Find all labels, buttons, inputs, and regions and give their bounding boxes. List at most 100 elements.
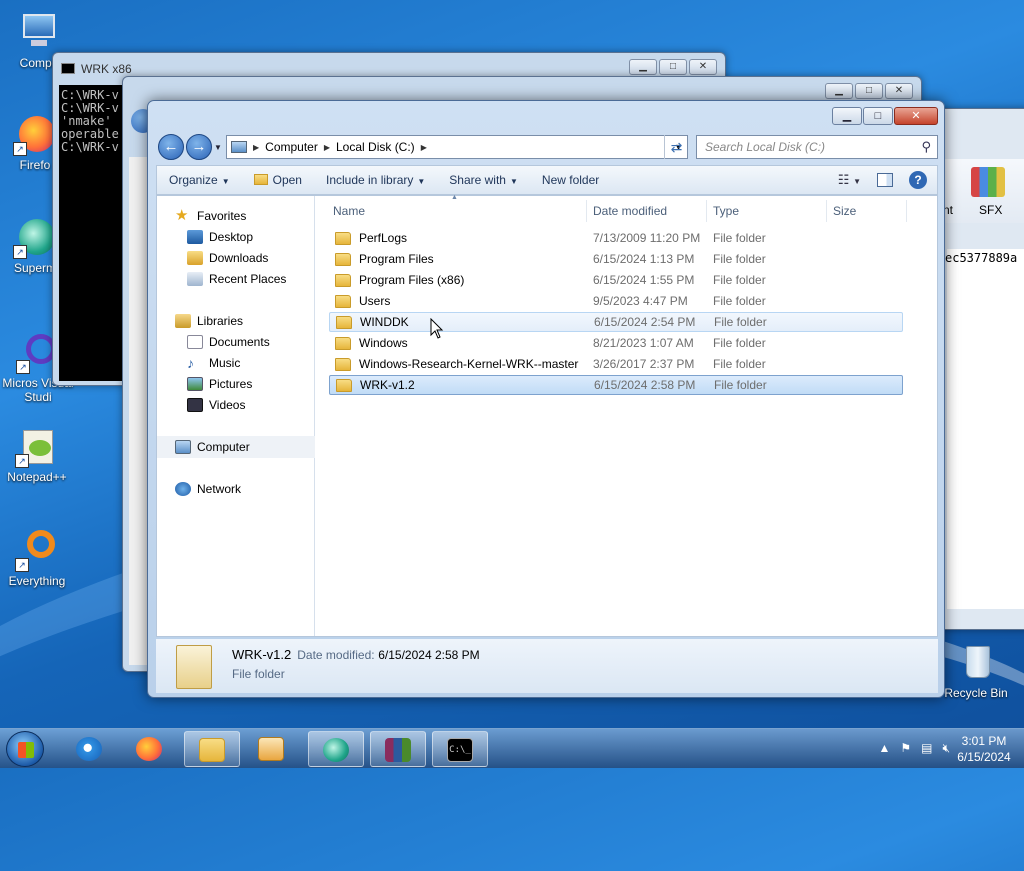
start-button[interactable] (6, 731, 44, 767)
file-date: 6/15/2024 1:13 PM (593, 252, 695, 266)
include-in-library-button[interactable]: Include in library ▼ (314, 173, 437, 187)
close-button[interactable]: ✕ (885, 83, 913, 99)
taskbar-explorer[interactable] (184, 731, 240, 767)
file-date: 9/5/2023 4:47 PM (593, 294, 688, 308)
open-button[interactable]: Open (242, 173, 314, 187)
search-input[interactable]: Search Local Disk (C:) ⚲ (696, 135, 938, 159)
minimize-button[interactable]: ▁ (832, 107, 862, 125)
open-label: Open (272, 173, 302, 187)
address-bar[interactable]: ▶ Computer ▶ Local Disk (C:) ▶ ▼ (226, 135, 688, 159)
sfx-button-label[interactable]: SFX (979, 203, 1002, 217)
details-date-label: Date modified: (297, 648, 375, 662)
file-name: WRK-v1.2 (360, 378, 415, 392)
column-header-date[interactable]: Date modified (587, 200, 707, 222)
taskbar-ie[interactable] (62, 731, 118, 767)
file-date: 8/21/2023 1:07 AM (593, 336, 694, 350)
nav-label: Recent Places (209, 272, 287, 286)
change-view-button[interactable]: ☷ ▼ (838, 172, 861, 188)
nav-desktop[interactable]: Desktop (187, 227, 253, 247)
file-type: File folder (713, 273, 766, 287)
desktop-icon-notepadpp[interactable]: ↗ Notepad++ (2, 424, 72, 484)
file-row-selected[interactable]: WRK-v1.2 6/15/2024 2:58 PM File folder (329, 375, 903, 395)
music-icon: ♪ (187, 355, 194, 371)
nav-libraries[interactable]: Libraries (175, 311, 243, 331)
nav-recent-places[interactable]: Recent Places (187, 269, 286, 289)
file-date: 6/15/2024 2:54 PM (594, 315, 696, 329)
file-type: File folder (713, 336, 766, 350)
desktop-icon (187, 230, 203, 244)
file-row[interactable]: Windows 8/21/2023 1:07 AM File folder (329, 333, 903, 353)
nav-computer[interactable]: Computer (175, 437, 250, 457)
nav-videos[interactable]: Videos (187, 395, 245, 415)
refresh-button[interactable]: ⇄ (664, 135, 688, 159)
explorer-window[interactable]: ▁ □ ✕ ← → ▼ ▶ Computer ▶ Local Disk (C:)… (147, 100, 945, 698)
file-list[interactable]: ▲ Name Date modified Type Size PerfLogs 7… (315, 194, 937, 636)
nav-favorites[interactable]: ★ Favorites (175, 206, 246, 226)
chevron-down-icon: ▼ (221, 177, 230, 186)
clock[interactable]: 3:01 PM 6/15/2024 (954, 733, 1014, 765)
share-with-button[interactable]: Share with ▼ (437, 173, 530, 187)
file-row[interactable]: Windows-Research-Kernel-WRK--master 3/26/… (329, 354, 903, 374)
videos-icon (187, 398, 203, 412)
nav-downloads[interactable]: Downloads (187, 248, 268, 268)
minimize-button[interactable]: ▁ (629, 59, 657, 75)
breadcrumb-computer[interactable]: Computer (259, 140, 324, 154)
nav-music[interactable]: ♪ Music (187, 353, 240, 373)
taskbar-supermium[interactable] (308, 731, 364, 767)
desktop-icon-recycle-bin[interactable]: Recycle Bin (940, 640, 1012, 700)
column-header-name[interactable]: Name (315, 200, 587, 222)
file-row[interactable]: Program Files (x86) 6/15/2024 1:55 PM File… (329, 270, 903, 290)
file-row[interactable]: Users 9/5/2023 4:47 PM File folder (329, 291, 903, 311)
notepadpp-icon: ↗ (15, 424, 59, 468)
media-player-icon (258, 737, 284, 761)
new-folder-label: New folder (541, 173, 600, 187)
hash-text: ec5377889a (945, 251, 1018, 265)
chevron-down-icon: ▼ (417, 177, 426, 186)
volume-muted-icon[interactable]: 🔇︎ (942, 741, 950, 756)
nav-documents[interactable]: Documents (187, 332, 270, 352)
file-type: File folder (713, 357, 766, 371)
nav-network[interactable]: Network (175, 479, 241, 499)
folder-icon (335, 231, 351, 245)
file-row-hovered[interactable]: WINDDK 6/15/2024 2:54 PM File folder (329, 312, 903, 332)
new-folder-button[interactable]: New folder (530, 173, 611, 187)
navigation-pane[interactable]: ★ Favorites Desktop Downloads Recent Plac… (157, 196, 315, 636)
file-row[interactable]: Program Files 6/15/2024 1:13 PM File folde… (329, 249, 903, 269)
taskbar: C:\_ ▲ ⚑ ▤ 🔇︎ 3:01 PM 6/15/2024 (0, 728, 1024, 768)
preview-pane-button[interactable] (877, 173, 893, 187)
search-icon[interactable]: ⚲ (921, 136, 931, 158)
network-icon (175, 482, 191, 496)
maximize-button[interactable]: □ (855, 83, 883, 99)
recent-pages-dropdown[interactable]: ▼ (214, 143, 222, 152)
desktop-icon-everything[interactable]: ↗ Everything (2, 528, 72, 588)
close-button[interactable]: ✕ (894, 107, 938, 125)
taskbar-firefox[interactable] (122, 731, 178, 767)
everything-icon: ↗ (15, 528, 59, 572)
taskbar-winrar[interactable] (370, 731, 426, 767)
nav-pictures[interactable]: Pictures (187, 374, 252, 394)
breadcrumb-local-disk[interactable]: Local Disk (C:) (330, 140, 421, 154)
maximize-button[interactable]: □ (659, 59, 687, 75)
minimize-button[interactable]: ▁ (825, 83, 853, 99)
network-icon[interactable]: ▤ (921, 741, 932, 756)
breadcrumb-arrow-icon[interactable]: ▶ (421, 143, 427, 152)
organize-label: Organize (169, 173, 218, 187)
taskbar-cmd[interactable]: C:\_ (432, 731, 488, 767)
back-button[interactable]: ← (158, 134, 184, 160)
file-row[interactable]: PerfLogs 7/13/2009 11:20 PM File folder (329, 228, 903, 248)
organize-button[interactable]: Organize ▼ (157, 173, 242, 187)
file-type: File folder (714, 378, 767, 392)
forward-button[interactable]: → (186, 134, 212, 160)
star-icon: ★ (175, 207, 189, 224)
taskbar-media-player[interactable] (244, 731, 300, 767)
action-center-icon[interactable]: ⚑ (900, 741, 911, 756)
clock-time: 3:01 PM (961, 734, 1007, 748)
maximize-button[interactable]: □ (863, 107, 893, 125)
close-button[interactable]: ✕ (689, 59, 717, 75)
help-button[interactable]: ? (909, 171, 927, 189)
show-hidden-icons-button[interactable]: ▲ (878, 741, 890, 756)
mouse-cursor-icon (430, 318, 444, 339)
column-header-size[interactable]: Size (827, 200, 907, 222)
folder-icon (199, 738, 225, 762)
column-header-type[interactable]: Type (707, 200, 827, 222)
